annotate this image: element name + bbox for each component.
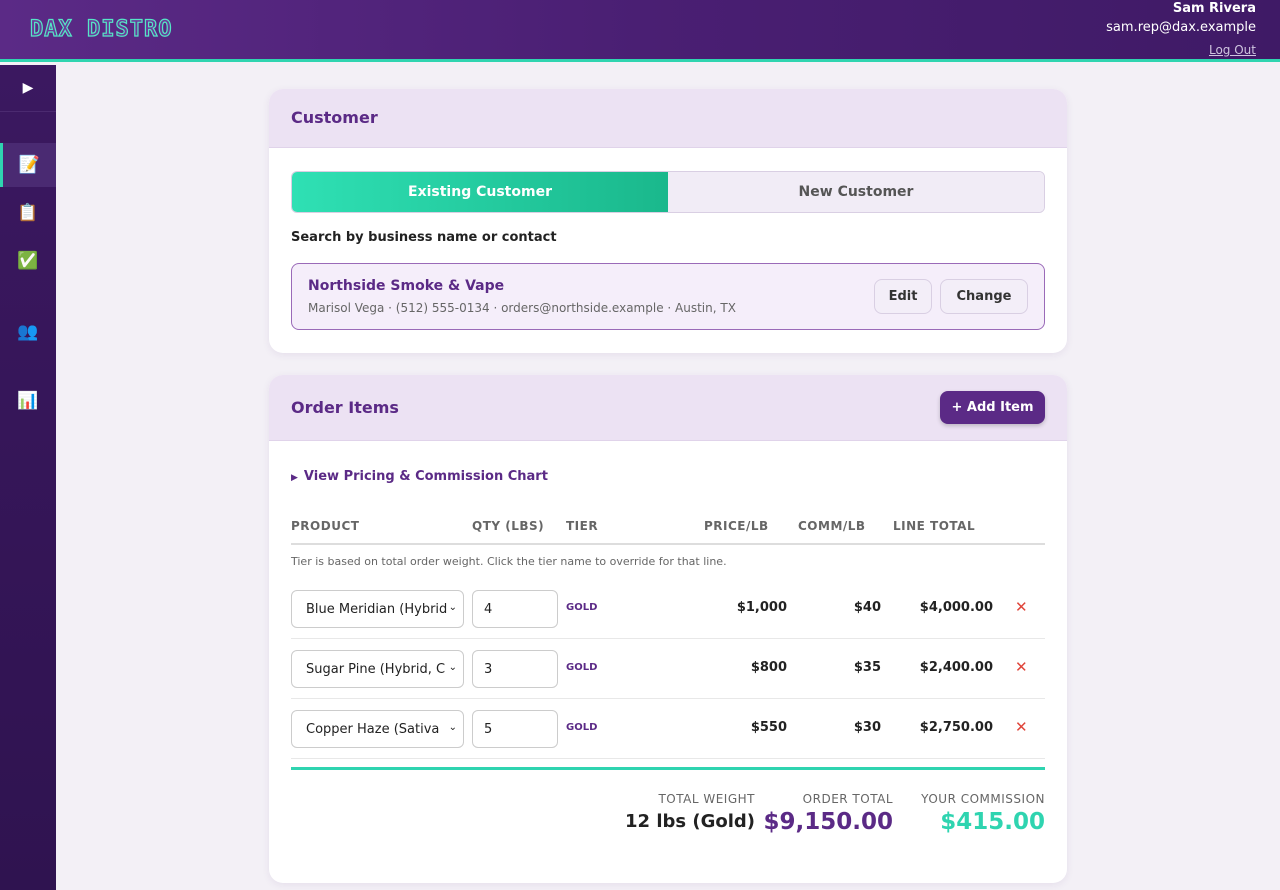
customer-card: Customer Existing Customer New Customer … bbox=[269, 89, 1067, 353]
col-tier: TIER bbox=[566, 519, 599, 533]
product-select-value: Sugar Pine (Hybrid, C bbox=[306, 661, 446, 677]
order-total-value: $9,150.00 bbox=[763, 809, 894, 835]
sidebar-item-approvals[interactable]: ✅ bbox=[0, 239, 56, 283]
qty-input[interactable]: 4 bbox=[472, 590, 558, 628]
price-per-lb: $800 bbox=[750, 660, 787, 675]
col-comm: COMM/LB bbox=[798, 519, 866, 533]
tab-existing-customer[interactable]: Existing Customer bbox=[292, 172, 668, 212]
line-total: $2,400.00 bbox=[919, 660, 993, 675]
clipboard-icon: 📋 bbox=[17, 203, 39, 223]
edit-customer-button[interactable]: Edit bbox=[874, 279, 932, 314]
logo[interactable]: DAX DISTRO bbox=[29, 16, 172, 42]
top-bar: DAX DISTRO Sam Rivera sam.rep@dax.exampl… bbox=[0, 0, 1280, 62]
user-name: Sam Rivera bbox=[1172, 1, 1256, 16]
pricing-chart-label: View Pricing & Commission Chart bbox=[303, 469, 548, 484]
add-item-button[interactable]: + Add Item bbox=[940, 391, 1045, 424]
tier-override[interactable]: GOLD bbox=[566, 602, 597, 613]
price-per-lb: $550 bbox=[750, 720, 787, 735]
users-icon: 👥 bbox=[17, 322, 39, 342]
tier-note: Tier is based on total order weight. Cli… bbox=[291, 555, 727, 568]
memo-icon: 📝 bbox=[18, 155, 41, 175]
delete-row-icon[interactable]: ✕ bbox=[1015, 598, 1028, 616]
col-qty: QTY (LBS) bbox=[472, 519, 545, 533]
sidebar: ▶ 📝 📋 ✅ 👥 📊 bbox=[0, 65, 56, 890]
col-line-total: LINE TOTAL bbox=[893, 519, 976, 533]
chevron-down-icon: ⌄ bbox=[446, 662, 457, 673]
user-email: sam.rep@dax.example bbox=[1106, 20, 1256, 35]
table-row: Copper Haze (Sativa ⌄ 5 GOLD $550 $30 $2,… bbox=[291, 699, 1045, 759]
user-info: Sam Rivera sam.rep@dax.example Log Out bbox=[1106, 0, 1256, 59]
selected-customer: Northside Smoke & Vape Marisol Vega · (5… bbox=[291, 263, 1045, 330]
product-select[interactable]: Copper Haze (Sativa ⌄ bbox=[291, 710, 464, 748]
order-items-card: Order Items + Add Item ▶ View Pricing & C… bbox=[269, 375, 1067, 883]
total-weight-label: TOTAL WEIGHT bbox=[658, 792, 755, 806]
col-product: PRODUCT bbox=[291, 519, 360, 533]
sidebar-toggle-button[interactable]: ▶ bbox=[0, 65, 56, 112]
chevron-down-icon: ⌄ bbox=[446, 722, 457, 733]
order-items-header: Order Items + Add Item bbox=[269, 375, 1067, 441]
col-price: PRICE/LB bbox=[704, 519, 769, 533]
bar-chart-icon: 📊 bbox=[17, 391, 39, 411]
search-label: Search by business name or contact bbox=[291, 230, 557, 245]
comm-per-lb: $40 bbox=[853, 600, 881, 615]
line-total: $2,750.00 bbox=[919, 720, 993, 735]
price-per-lb: $1,000 bbox=[736, 600, 787, 615]
logout-link[interactable]: Log Out bbox=[1209, 41, 1256, 59]
customer-card-header: Customer bbox=[269, 89, 1067, 148]
product-select-value: Copper Haze (Sativa bbox=[306, 721, 440, 737]
delete-row-icon[interactable]: ✕ bbox=[1015, 718, 1028, 736]
items-table-header: PRODUCT QTY (LBS) TIER PRICE/LB COMM/LB … bbox=[291, 515, 1045, 545]
line-total: $4,000.00 bbox=[919, 600, 993, 615]
commission-value: $415.00 bbox=[940, 809, 1045, 835]
triangle-right-icon: ▶ bbox=[291, 473, 298, 483]
play-icon: ▶ bbox=[22, 80, 34, 96]
order-items-title: Order Items bbox=[291, 398, 399, 417]
sidebar-item-reports[interactable]: 📊 bbox=[0, 379, 56, 423]
commission-label: YOUR COMMISSION bbox=[921, 792, 1045, 806]
product-select-value: Blue Meridian (Hybrid bbox=[306, 601, 448, 617]
customer-title: Customer bbox=[291, 108, 378, 127]
comm-per-lb: $30 bbox=[853, 720, 881, 735]
delete-row-icon[interactable]: ✕ bbox=[1015, 658, 1028, 676]
table-row: Blue Meridian (Hybrid ⌄ 4 GOLD $1,000 $40… bbox=[291, 579, 1045, 639]
customer-business-name: Northside Smoke & Vape bbox=[308, 278, 505, 294]
sidebar-item-orders[interactable]: 📋 bbox=[0, 191, 56, 235]
chevron-down-icon: ⌄ bbox=[446, 602, 457, 613]
totals-divider bbox=[291, 767, 1045, 770]
sidebar-item-new-order[interactable]: 📝 bbox=[0, 143, 56, 187]
tier-override[interactable]: GOLD bbox=[566, 722, 597, 733]
qty-input[interactable]: 3 bbox=[472, 650, 558, 688]
tier-override[interactable]: GOLD bbox=[566, 662, 597, 673]
product-select[interactable]: Sugar Pine (Hybrid, C ⌄ bbox=[291, 650, 464, 688]
customer-type-toggle: Existing Customer New Customer bbox=[291, 171, 1045, 213]
pricing-chart-toggle[interactable]: ▶ View Pricing & Commission Chart bbox=[291, 469, 548, 484]
change-customer-button[interactable]: Change bbox=[940, 279, 1028, 314]
qty-input[interactable]: 5 bbox=[472, 710, 558, 748]
tab-new-customer[interactable]: New Customer bbox=[668, 172, 1044, 212]
order-total-label: ORDER TOTAL bbox=[802, 792, 893, 806]
comm-per-lb: $35 bbox=[853, 660, 881, 675]
table-row: Sugar Pine (Hybrid, C ⌄ 3 GOLD $800 $35 $… bbox=[291, 639, 1045, 699]
product-select[interactable]: Blue Meridian (Hybrid ⌄ bbox=[291, 590, 464, 628]
total-weight-value: 12 lbs (Gold) bbox=[625, 811, 755, 832]
customer-details: Marisol Vega · (512) 555-0134 · orders@n… bbox=[308, 301, 736, 315]
sidebar-item-customers[interactable]: 👥 bbox=[0, 310, 56, 354]
check-icon: ✅ bbox=[17, 251, 39, 271]
